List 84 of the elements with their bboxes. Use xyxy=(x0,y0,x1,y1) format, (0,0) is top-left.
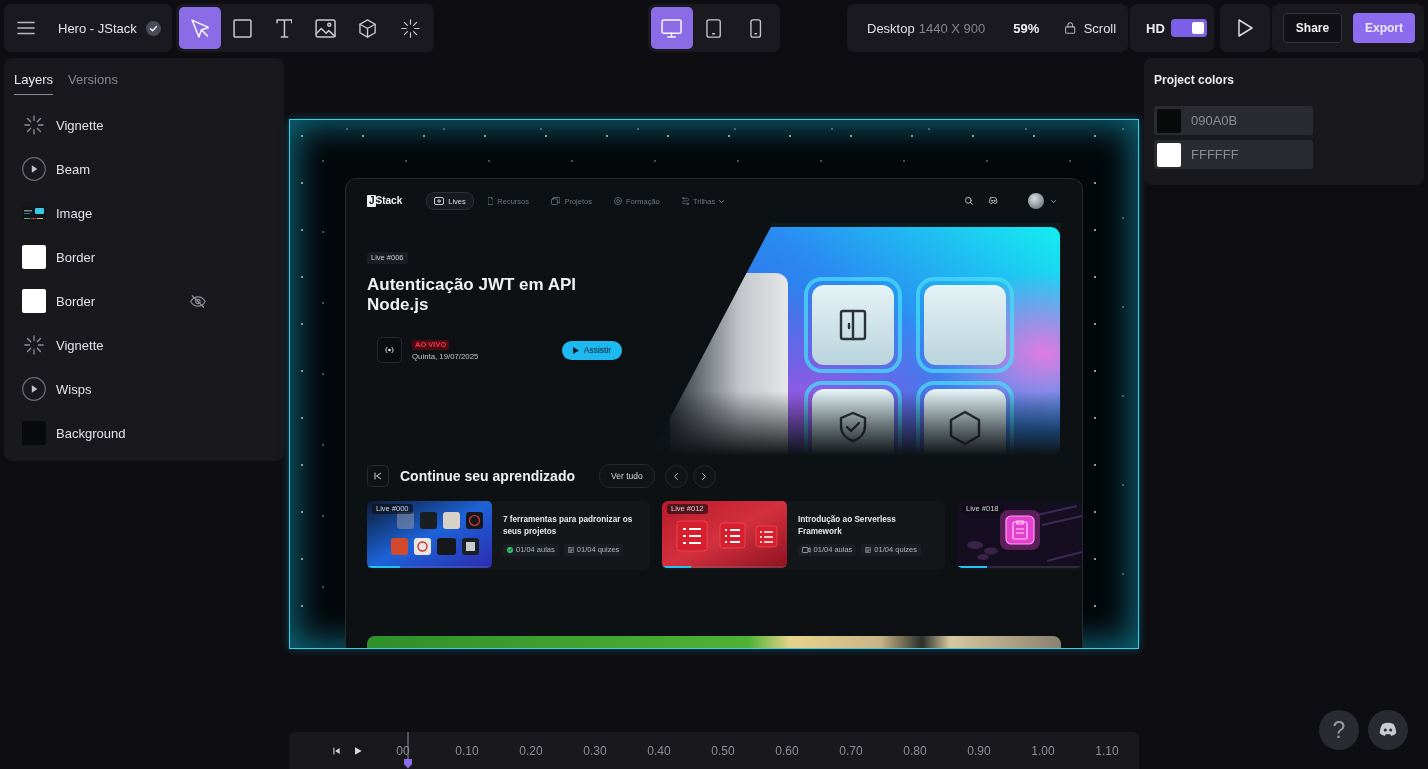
phone-icon[interactable] xyxy=(750,18,762,38)
search-icon[interactable] xyxy=(965,197,974,205)
time-tick: 00 xyxy=(396,743,410,758)
tool-button[interactable] xyxy=(179,7,221,49)
play-icon[interactable] xyxy=(355,745,362,756)
broadcast-icon xyxy=(377,337,402,363)
cube-icon[interactable] xyxy=(359,18,377,38)
chevron-left-icon[interactable] xyxy=(674,472,679,480)
play-icon[interactable] xyxy=(572,346,579,354)
sparkle-icon xyxy=(24,115,44,135)
device-name: Desktop xyxy=(867,20,915,36)
check-icon xyxy=(146,20,161,36)
tv-icon[interactable] xyxy=(434,197,445,205)
community-button[interactable] xyxy=(1368,710,1408,750)
controller-icon[interactable] xyxy=(1377,721,1399,739)
menu-icon[interactable] xyxy=(17,21,35,35)
time-tick: 0.70 xyxy=(839,743,863,758)
layer-item[interactable]: Image xyxy=(4,191,284,235)
color-chip[interactable]: 090A0B xyxy=(1154,106,1313,135)
route-icon[interactable] xyxy=(681,197,689,205)
see-all-button[interactable]: Ver tudo xyxy=(599,464,655,488)
chevron-down-icon[interactable] xyxy=(1050,199,1056,203)
chevron-down-icon[interactable] xyxy=(719,199,725,203)
time-tick: 0.20 xyxy=(519,743,543,758)
time-tick: 0.30 xyxy=(583,743,607,758)
sparkle-icon xyxy=(24,335,44,355)
layer-item[interactable]: Vignette xyxy=(4,103,284,147)
scroll-button[interactable]: Scroll xyxy=(1065,20,1117,36)
target-icon[interactable] xyxy=(613,197,622,205)
time-tick: 0.60 xyxy=(775,743,799,758)
project-title: Hero - JStack xyxy=(58,20,137,36)
desktop-icon[interactable] xyxy=(661,18,683,38)
quiz-icon xyxy=(567,547,574,553)
logo: JStack xyxy=(367,195,403,207)
layer-item[interactable]: Beam xyxy=(4,147,284,191)
layer-item[interactable]: Border xyxy=(4,279,284,323)
layer-item[interactable]: Vignette xyxy=(4,323,284,367)
hd-label: HD xyxy=(1146,20,1165,36)
panel-title: Project colors xyxy=(1154,72,1235,88)
controller-icon[interactable] xyxy=(988,197,999,205)
play-icon[interactable] xyxy=(1237,19,1253,37)
panel-tab[interactable]: Layers xyxy=(14,66,54,95)
sparkle-icon[interactable] xyxy=(400,18,420,38)
zoom-level[interactable]: 59% xyxy=(1013,20,1040,36)
text-icon[interactable] xyxy=(275,18,293,38)
image-icon[interactable] xyxy=(315,18,337,38)
time-tick: 0.80 xyxy=(903,743,927,758)
thumbnail-icon xyxy=(22,205,46,221)
watch-button[interactable]: Assistir xyxy=(562,340,622,360)
quiz-icon xyxy=(865,547,872,553)
panel-tab[interactable]: Versions xyxy=(68,66,118,95)
play-circle-icon xyxy=(22,377,46,401)
time-tick: 0.50 xyxy=(711,743,735,758)
help-button[interactable]: ? xyxy=(1319,710,1359,750)
layer-item[interactable]: Wisps xyxy=(4,367,284,411)
avatar xyxy=(1027,193,1044,209)
share-button[interactable]: Share xyxy=(1283,13,1342,43)
viewport-size: 1440 X 900 xyxy=(918,20,986,36)
folder-icon[interactable] xyxy=(551,197,561,205)
layer-item[interactable]: Background xyxy=(4,411,284,455)
hero-title: Autenticação JWT em API Node.js xyxy=(367,275,578,315)
chevron-right-icon[interactable] xyxy=(702,472,707,480)
color-chip[interactable]: FFFFFF xyxy=(1154,140,1313,169)
play-circle-icon xyxy=(22,157,46,181)
lock-icon[interactable] xyxy=(1065,22,1076,34)
tablet-icon[interactable] xyxy=(706,18,722,38)
time-tick: 0.40 xyxy=(647,743,671,758)
hd-toggle[interactable] xyxy=(1170,19,1207,37)
time-tick: 1.00 xyxy=(1031,743,1055,758)
section-title: Continue seu aprendizado xyxy=(400,468,575,484)
play-button[interactable] xyxy=(1220,4,1270,52)
layer-item[interactable]: Border xyxy=(4,235,284,279)
eye-slash-icon[interactable] xyxy=(190,294,206,308)
course-title: Introdução ao Serverless Framework xyxy=(798,514,897,538)
course-title: 7 ferramentas para padronizar os seus projetos xyxy=(503,514,634,538)
time-tick: 1.10 xyxy=(1095,743,1119,758)
time-tick: 0.10 xyxy=(455,743,479,758)
device-button[interactable] xyxy=(651,7,693,49)
time-tick: 0.90 xyxy=(967,743,991,758)
file-icon[interactable] xyxy=(487,197,494,205)
skip-back-icon xyxy=(367,465,389,487)
rectangle-icon[interactable] xyxy=(232,18,252,38)
cursor-icon[interactable] xyxy=(190,18,210,38)
skip-back-icon[interactable] xyxy=(333,745,341,756)
